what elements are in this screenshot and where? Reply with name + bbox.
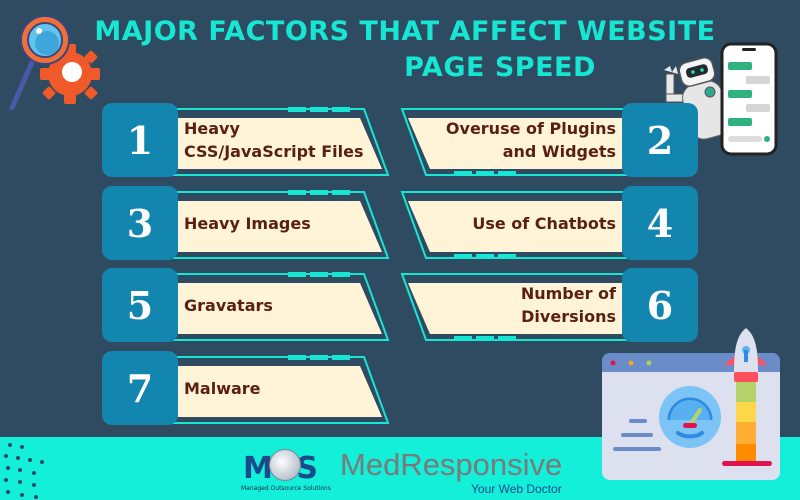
factor-label-line: Number of <box>520 284 616 303</box>
factor-number: 3 <box>102 186 178 260</box>
card-accent-dash <box>332 190 350 195</box>
card-accent-dash <box>288 272 306 277</box>
card-accent-dash <box>498 171 516 176</box>
card-accent-dash <box>310 272 328 277</box>
card-accent-dash <box>476 336 494 341</box>
card-accent-dash <box>310 190 328 195</box>
factor-number: 1 <box>102 103 178 177</box>
brand-name: MedResponsive <box>340 447 563 482</box>
brand-tagline: Your Web Doctor <box>471 482 562 496</box>
card-accent-dash <box>332 272 350 277</box>
factor-label-line: CSS/JavaScript Files <box>184 142 364 161</box>
factor-card-2: 2 Overuse of Plugins and Widgets <box>398 103 698 177</box>
magnifier-gear-icon <box>9 15 100 110</box>
speed-rocket-browser-icon <box>602 328 780 480</box>
footer-logo: MOS Managed Outsource Solutions MedRespo… <box>241 447 573 497</box>
factor-label-line: Heavy Images <box>184 213 311 233</box>
card-accent-dash <box>288 355 306 360</box>
factor-label: Overuse of Plugins and Widgets <box>446 111 616 169</box>
decorative-dots <box>4 443 44 499</box>
factor-label: Malware <box>184 359 261 417</box>
factor-label: Gravatars <box>184 276 273 334</box>
factor-label-line: Overuse of Plugins <box>445 119 616 138</box>
factor-label-line: Use of Chatbots <box>472 213 616 233</box>
card-accent-dash <box>310 355 328 360</box>
factor-label-line: Gravatars <box>184 295 273 315</box>
card-accent-dash <box>332 355 350 360</box>
card-accent-dash <box>498 336 516 341</box>
card-accent-dash <box>476 254 494 259</box>
factor-label-line: Malware <box>184 378 261 398</box>
factor-card-3: 3 Heavy Images <box>102 186 402 260</box>
factor-number: 5 <box>102 268 178 342</box>
card-accent-dash <box>454 171 472 176</box>
factor-label: Heavy CSS/JavaScript Files <box>184 111 364 169</box>
factor-label-line: Heavy <box>184 119 240 138</box>
factor-card-4: 4 Use of Chatbots <box>398 186 698 260</box>
card-accent-dash <box>476 171 494 176</box>
factor-card-7: 7 Malware <box>102 351 402 425</box>
factor-label-line: and Widgets <box>502 142 616 161</box>
factor-card-1: 1 Heavy CSS/JavaScript Files <box>102 103 402 177</box>
card-accent-dash <box>498 254 516 259</box>
factor-number: 7 <box>102 351 178 425</box>
mos-tagline: Managed Outsource Solutions <box>241 485 331 492</box>
phone-icon <box>720 42 778 156</box>
factor-label: Use of Chatbots <box>472 194 616 252</box>
factor-label: Heavy Images <box>184 194 311 252</box>
factor-card-5: 5 Gravatars <box>102 268 402 342</box>
globe-icon <box>269 449 301 481</box>
factor-number: 2 <box>622 103 698 177</box>
card-accent-dash <box>454 254 472 259</box>
factor-number: 4 <box>622 186 698 260</box>
card-accent-dash <box>454 336 472 341</box>
speedometer-icon <box>659 386 721 448</box>
